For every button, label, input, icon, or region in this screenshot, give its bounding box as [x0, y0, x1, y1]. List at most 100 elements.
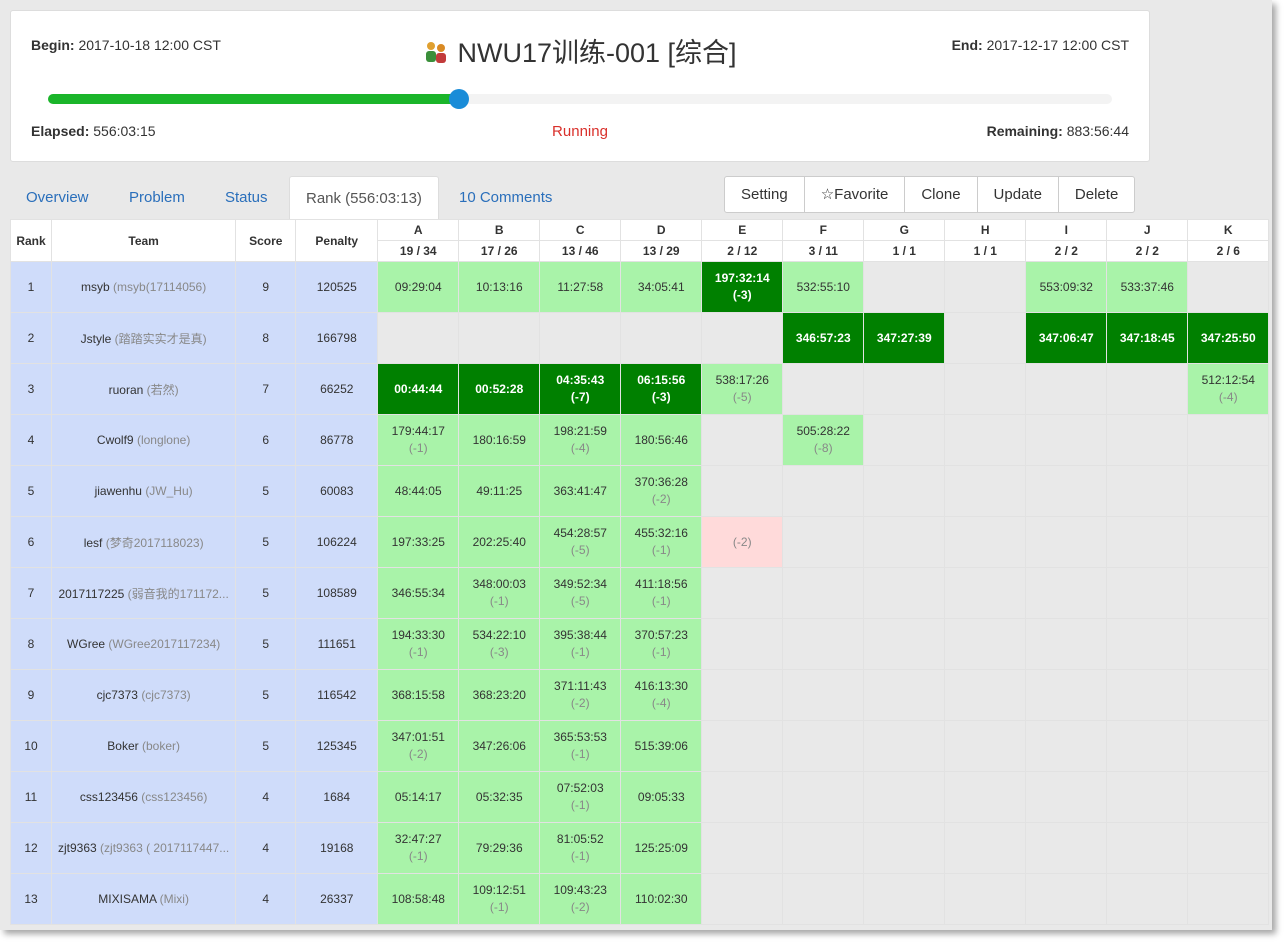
problem-cell-c[interactable]: 454:28:57 (-5)	[539, 516, 622, 568]
problem-cell-a[interactable]: 197:33:25	[377, 516, 460, 568]
update-button[interactable]: Update	[976, 177, 1058, 212]
problem-cell-a[interactable]: 32:47:27 (-1)	[377, 822, 460, 874]
problem-cell-b[interactable]: 10:13:16	[458, 261, 541, 313]
clone-button[interactable]: Clone	[904, 177, 976, 212]
problem-header-i[interactable]: I	[1025, 219, 1108, 241]
team-cell[interactable]: Boker (boker)	[50, 720, 237, 772]
score-header[interactable]: Score	[235, 219, 297, 262]
problem-cell-b[interactable]: 348:00:03 (-1)	[458, 567, 541, 619]
problem-cell-b[interactable]: 368:23:20	[458, 669, 541, 721]
delete-button[interactable]: Delete	[1057, 177, 1134, 212]
problem-cell-c[interactable]: 371:11:43 (-2)	[539, 669, 622, 721]
problem-cell-k[interactable]: 347:25:50	[1187, 312, 1270, 364]
problem-cell-e[interactable]: 197:32:14 (-3)	[701, 261, 784, 313]
problem-cell-c[interactable]: 365:53:53 (-1)	[539, 720, 622, 772]
problem-header-e[interactable]: E	[701, 219, 784, 241]
problem-cell-d[interactable]: 416:13:30 (-4)	[620, 669, 703, 721]
setting-button[interactable]: Setting	[725, 177, 804, 212]
problem-cell-j[interactable]: 347:18:45	[1106, 312, 1189, 364]
problem-cell-d[interactable]: 09:05:33	[620, 771, 703, 823]
problem-cell-c[interactable]: 07:52:03 (-1)	[539, 771, 622, 823]
progress-knob[interactable]	[448, 89, 469, 109]
problem-cell-f[interactable]: 532:55:10	[782, 261, 865, 313]
team-username[interactable]: 2017117225	[58, 587, 124, 601]
penalty-header[interactable]: Penalty	[295, 219, 379, 262]
team-username[interactable]: zjt9363	[58, 841, 97, 855]
problem-cell-c[interactable]: 109:43:23 (-2)	[539, 873, 622, 925]
problem-cell-e[interactable]: 538:17:26 (-5)	[701, 363, 784, 415]
tab-comments[interactable]: 10 Comments	[443, 176, 568, 219]
problem-header-k[interactable]: K	[1187, 219, 1270, 241]
team-cell[interactable]: ruoran (若然)	[50, 363, 237, 415]
problem-cell-d[interactable]: 370:36:28 (-2)	[620, 465, 703, 517]
problem-cell-a[interactable]: 368:15:58	[377, 669, 460, 721]
team-header[interactable]: Team	[50, 219, 237, 262]
team-cell[interactable]: Jstyle (踏踏实实才是真)	[50, 312, 237, 364]
problem-cell-j[interactable]: 533:37:46	[1106, 261, 1189, 313]
problem-cell-i[interactable]: 347:06:47	[1025, 312, 1108, 364]
problem-cell-b[interactable]: 202:25:40	[458, 516, 541, 568]
problem-header-h[interactable]: H	[944, 219, 1027, 241]
problem-header-b[interactable]: B	[458, 219, 541, 241]
problem-cell-a[interactable]: 00:44:44	[377, 363, 460, 415]
problem-header-d[interactable]: D	[620, 219, 703, 241]
problem-cell-k[interactable]: 512:12:54 (-4)	[1187, 363, 1270, 415]
problem-cell-a[interactable]: 347:01:51 (-2)	[377, 720, 460, 772]
team-cell[interactable]: lesf (梦奇2017118023)	[50, 516, 237, 568]
problem-cell-i[interactable]: 553:09:32	[1025, 261, 1108, 313]
problem-cell-d[interactable]: 110:02:30	[620, 873, 703, 925]
team-cell[interactable]: zjt9363 (zjt9363 ( 2017117447...	[50, 822, 237, 874]
team-username[interactable]: css123456	[80, 790, 138, 804]
problem-cell-a[interactable]: 09:29:04	[377, 261, 460, 313]
favorite-button[interactable]: ☆Favorite	[803, 177, 905, 212]
problem-cell-b[interactable]: 49:11:25	[458, 465, 541, 517]
problem-cell-d[interactable]: 125:25:09	[620, 822, 703, 874]
team-cell[interactable]: jiawenhu (JW_Hu)	[50, 465, 237, 517]
team-username[interactable]: msyb	[81, 280, 110, 294]
problem-cell-a[interactable]: 194:33:30 (-1)	[377, 618, 460, 670]
team-username[interactable]: Jstyle	[81, 332, 112, 346]
team-cell[interactable]: 2017117225 (弱音我的171172...	[50, 567, 237, 619]
problem-cell-c[interactable]: 11:27:58	[539, 261, 622, 313]
problem-cell-f[interactable]: 346:57:23	[782, 312, 865, 364]
problem-header-f[interactable]: F	[782, 219, 865, 241]
problem-cell-c[interactable]: 198:21:59 (-4)	[539, 414, 622, 466]
problem-cell-d[interactable]: 455:32:16 (-1)	[620, 516, 703, 568]
team-username[interactable]: jiawenhu	[95, 484, 142, 498]
problem-cell-b[interactable]: 347:26:06	[458, 720, 541, 772]
tab-status[interactable]: Status	[209, 176, 284, 219]
problem-cell-c[interactable]: 81:05:52 (-1)	[539, 822, 622, 874]
team-username[interactable]: Cwolf9	[97, 433, 134, 447]
team-cell[interactable]: cjc7373 (cjc7373)	[50, 669, 237, 721]
rank-header[interactable]: Rank	[10, 219, 52, 262]
problem-cell-c[interactable]: 04:35:43 (-7)	[539, 363, 622, 415]
problem-header-g[interactable]: G	[863, 219, 946, 241]
problem-cell-e[interactable]: (-2)	[701, 516, 784, 568]
problem-cell-d[interactable]: 06:15:56 (-3)	[620, 363, 703, 415]
problem-cell-a[interactable]: 346:55:34	[377, 567, 460, 619]
team-cell[interactable]: MIXISAMA (Mixi)	[50, 873, 237, 925]
team-username[interactable]: ruoran	[109, 383, 144, 397]
tab-problem[interactable]: Problem	[113, 176, 201, 219]
problem-cell-a[interactable]: 05:14:17	[377, 771, 460, 823]
team-username[interactable]: lesf	[84, 536, 103, 550]
team-cell[interactable]: Cwolf9 (longlone)	[50, 414, 237, 466]
team-username[interactable]: cjc7373	[97, 688, 138, 702]
problem-cell-a[interactable]: 179:44:17 (-1)	[377, 414, 460, 466]
problem-cell-b[interactable]: 180:16:59	[458, 414, 541, 466]
problem-header-c[interactable]: C	[539, 219, 622, 241]
problem-cell-d[interactable]: 515:39:06	[620, 720, 703, 772]
team-username[interactable]: Boker	[107, 739, 138, 753]
problem-cell-f[interactable]: 505:28:22 (-8)	[782, 414, 865, 466]
problem-cell-d[interactable]: 180:56:46	[620, 414, 703, 466]
problem-cell-b[interactable]: 00:52:28	[458, 363, 541, 415]
team-cell[interactable]: msyb (msyb(17114056)	[50, 261, 237, 313]
problem-cell-a[interactable]: 48:44:05	[377, 465, 460, 517]
problem-cell-d[interactable]: 34:05:41	[620, 261, 703, 313]
team-cell[interactable]: WGree (WGree2017117234)	[50, 618, 237, 670]
problem-cell-b[interactable]: 534:22:10 (-3)	[458, 618, 541, 670]
problem-cell-c[interactable]: 395:38:44 (-1)	[539, 618, 622, 670]
problem-cell-d[interactable]: 411:18:56 (-1)	[620, 567, 703, 619]
team-cell[interactable]: css123456 (css123456)	[50, 771, 237, 823]
problem-cell-b[interactable]: 05:32:35	[458, 771, 541, 823]
